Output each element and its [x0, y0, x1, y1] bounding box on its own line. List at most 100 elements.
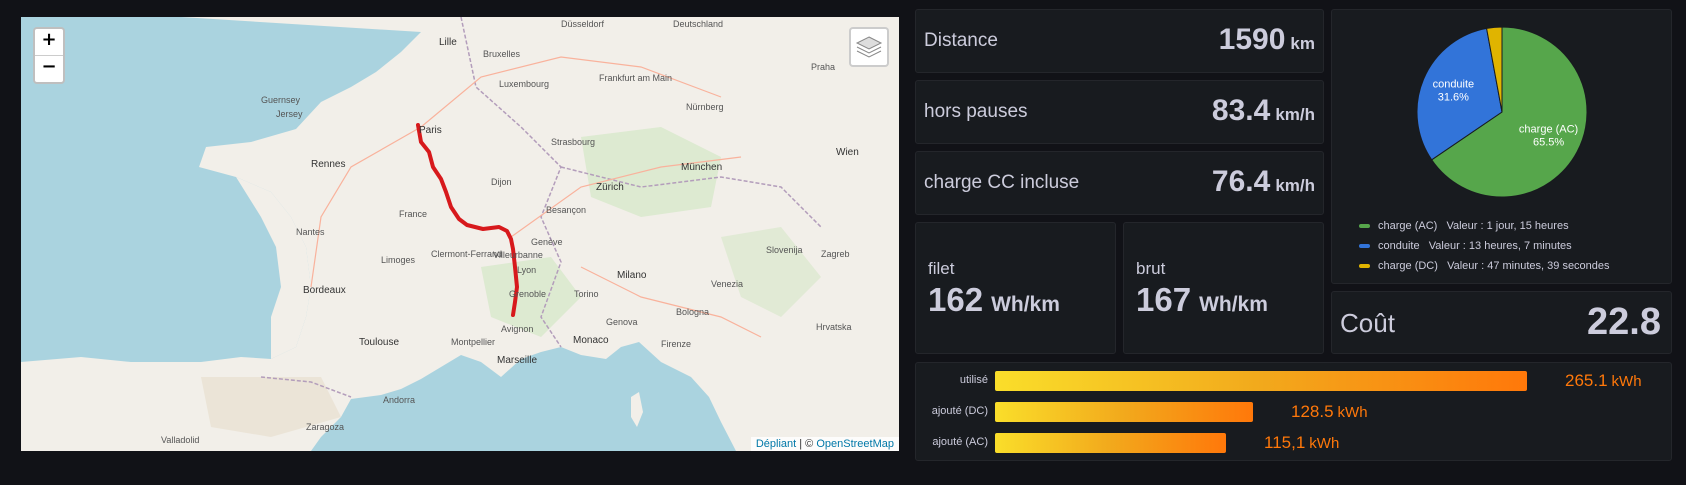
pie-slice-label: 65.5%: [1533, 137, 1564, 149]
map-place-label: Lille: [439, 37, 457, 48]
net-consumption-unit: Wh/km: [991, 293, 1060, 316]
distance-value: 1590: [1218, 23, 1286, 56]
distance-panel: Distance 1590 km: [915, 9, 1324, 73]
map-place-label: Genève: [531, 237, 563, 247]
legend-value: Valeur : 13 heures, 7 minutes: [1428, 240, 1572, 252]
map-place-label: Bruxelles: [483, 49, 521, 59]
map-place-label: Praha: [811, 62, 836, 72]
bar-label: ajouté (AC): [932, 436, 988, 448]
legend-name: charge (DC): [1378, 260, 1438, 272]
energy-bar: [995, 433, 1226, 453]
map-place-label: München: [681, 162, 723, 173]
map-place-label: Lyon: [517, 265, 537, 275]
map-place-label: Besançon: [546, 205, 587, 215]
legend-name: conduite: [1378, 240, 1420, 252]
gross-consumption-unit: Wh/km: [1199, 293, 1268, 316]
time-breakdown-panel: charge (AC) 65.5% conduite 31.6% charge (AC…: [1331, 9, 1672, 284]
route-map[interactable]: Paris Lille Rennes France Bordeaux Toulo…: [21, 17, 899, 451]
pie-slice-label: charge (AC): [1519, 124, 1578, 136]
map-place-label: Avignon: [501, 324, 534, 334]
speed-value: 76.4: [1211, 165, 1271, 198]
energy-bar: [995, 402, 1253, 422]
legend-item[interactable]: conduite Valeur : 13 heures, 7 minutes: [1359, 240, 1572, 252]
speed-with-charge-panel: charge CC incluse 76.4 km/h: [915, 151, 1324, 215]
stat-value: 162 Wh/km: [928, 281, 1060, 319]
map-place-label: Toulouse: [359, 337, 400, 348]
gross-consumption-panel: brut 167 Wh/km: [1123, 222, 1324, 354]
legend-swatch: [1359, 244, 1370, 249]
map-place-label: Bordeaux: [303, 285, 346, 296]
map-place-label: Slovenija: [766, 245, 803, 255]
map-place-label: Rennes: [311, 159, 346, 170]
map-place-label: Marseille: [497, 355, 538, 366]
time-pie-chart: charge (AC)65.5% conduite31.6%: [1416, 26, 1588, 198]
bar-unit: kWh: [1337, 404, 1368, 421]
stat-label: Distance: [924, 30, 998, 51]
bar-value: 128.5 kWh: [1291, 402, 1368, 422]
map-place-label: Valladolid: [161, 435, 200, 445]
bar-label: ajouté (DC): [931, 405, 988, 417]
speed-unit: km/h: [1275, 176, 1315, 195]
map-place-label: Venezia: [711, 279, 744, 289]
cost-label: Coût: [1340, 308, 1395, 338]
layers-button[interactable]: [849, 27, 889, 67]
stat-value: 83.4 km/h: [1212, 94, 1315, 128]
legend-item[interactable]: charge (DC) Valeur : 47 minutes, 39 seco…: [1359, 260, 1610, 272]
zoom-control: + −: [33, 27, 65, 84]
map-place-label: Dijon: [491, 177, 512, 187]
map-place-label: Limoges: [381, 255, 416, 265]
cost-value: 22.8: [1587, 301, 1661, 343]
distance-unit: km: [1290, 34, 1315, 53]
bar-label: utilisé: [959, 374, 988, 386]
cost-panel: Coût 22.8: [1331, 291, 1672, 354]
osm-link[interactable]: OpenStreetMap: [816, 438, 894, 450]
map-place-label: Andorra: [383, 395, 416, 405]
zoom-in-button[interactable]: +: [35, 29, 63, 55]
map-place-label: Düsseldorf: [561, 19, 605, 29]
map-place-label: Strasbourg: [551, 137, 596, 147]
leaflet-link[interactable]: Dépliant: [756, 438, 796, 450]
map-background: [21, 17, 899, 451]
zoom-out-button[interactable]: −: [35, 55, 63, 82]
speed-unit: km/h: [1275, 105, 1315, 124]
speed-value: 83.4: [1211, 94, 1271, 127]
map-attribution: Dépliant | © OpenStreetMap: [750, 437, 899, 451]
net-consumption-value: 162: [928, 281, 984, 318]
map-place-label: Nürnberg: [686, 102, 724, 112]
map-place-label: Clermont-Ferrand: [431, 249, 503, 259]
map-place-label: France: [399, 209, 428, 219]
bar-number: 115,1: [1264, 433, 1306, 452]
map-place-label: Zagreb: [821, 249, 850, 259]
map-place-label: Torino: [574, 289, 599, 299]
bar-unit: kWh: [1611, 373, 1642, 390]
legend-value: Valeur : 47 minutes, 39 secondes: [1447, 260, 1610, 272]
stat-label: charge CC incluse: [924, 172, 1080, 193]
attribution-separator: | ©: [796, 438, 817, 450]
legend-swatch: [1359, 224, 1370, 229]
legend-name: charge (AC): [1378, 220, 1438, 232]
map-place-label: Montpellier: [451, 337, 496, 347]
stat-label: filet: [928, 259, 955, 278]
map-place-label: Wien: [836, 147, 859, 158]
speed-no-pauses-panel: hors pauses 83.4 km/h: [915, 80, 1324, 144]
pie-slice-label: conduite: [1433, 79, 1475, 91]
bar-number: 265.1: [1565, 371, 1608, 390]
map-place-label: Bologna: [676, 307, 710, 317]
legend-swatch: [1359, 264, 1370, 269]
pie-slice-label: 31.6%: [1438, 92, 1469, 104]
bar-value: 115,1 kWh: [1264, 433, 1339, 453]
stat-value: 167 Wh/km: [1136, 281, 1268, 319]
map-place-label: Firenze: [661, 339, 692, 349]
net-consumption-panel: filet 162 Wh/km: [915, 222, 1116, 354]
stat-label: hors pauses: [924, 101, 1028, 122]
map-place-label: Zaragoza: [306, 422, 345, 432]
map-place-label: Grenoble: [509, 289, 547, 299]
stat-label: brut: [1136, 259, 1166, 278]
energy-bar: [995, 371, 1527, 391]
legend-item[interactable]: charge (AC) Valeur : 1 jour, 15 heures: [1359, 220, 1569, 232]
legend-value: Valeur : 1 jour, 15 heures: [1446, 220, 1569, 232]
map-place-label: Hrvatska: [816, 322, 852, 332]
stat-value: 76.4 km/h: [1212, 165, 1315, 199]
map-place-label: Guernsey: [261, 95, 301, 105]
gross-consumption-value: 167: [1136, 281, 1192, 318]
